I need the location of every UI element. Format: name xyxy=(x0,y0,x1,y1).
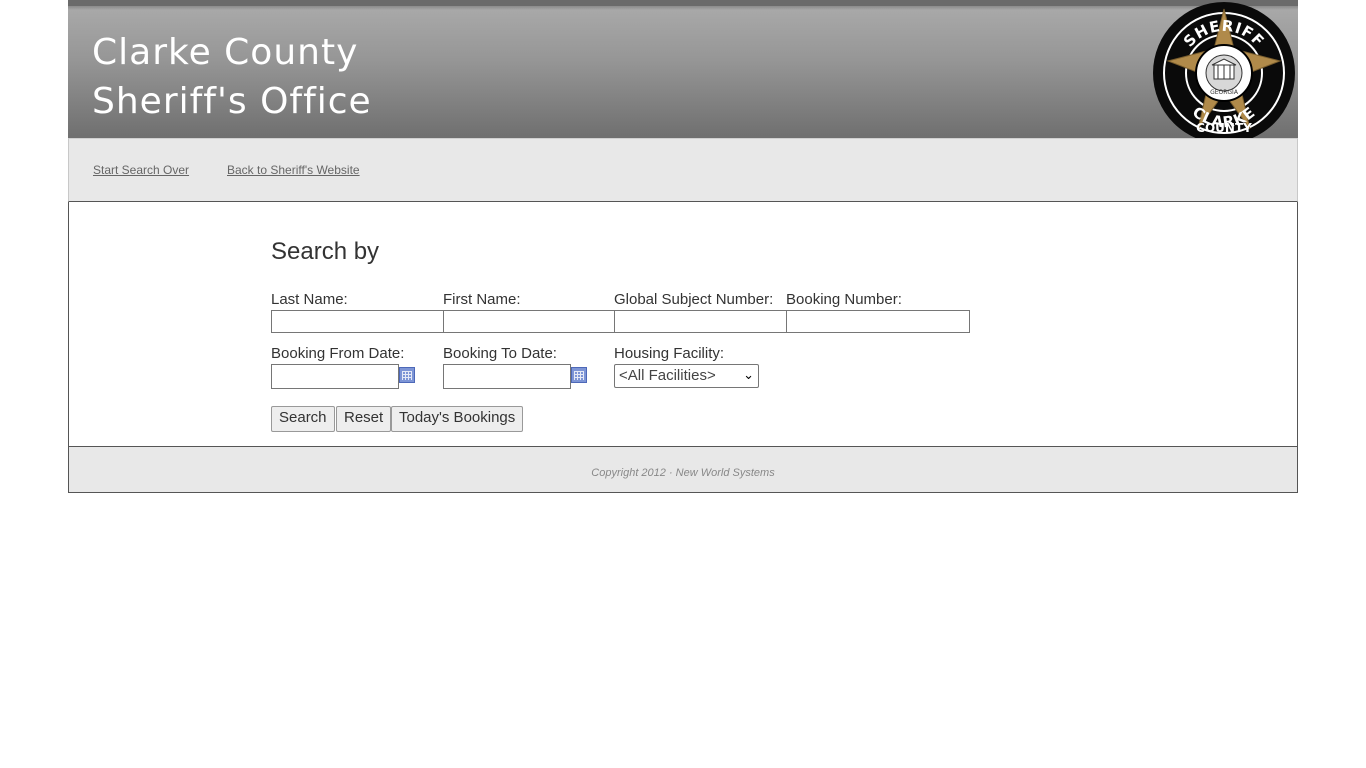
nav-bar: Start Search Over Back to Sheriff's Webs… xyxy=(68,138,1298,202)
copyright-text: Copyright 2012 · New World Systems xyxy=(591,467,775,479)
reset-button[interactable]: Reset xyxy=(336,406,392,432)
last-name-input[interactable] xyxy=(271,310,444,333)
housing-facility-select[interactable]: <All Facilities> ⌄ xyxy=(614,364,759,388)
back-to-sheriff-website-link[interactable]: Back to Sheriff's Website xyxy=(227,163,360,177)
search-button[interactable]: Search xyxy=(271,406,335,432)
todays-bookings-button[interactable]: Today's Bookings xyxy=(391,406,524,432)
search-panel: Search by Last Name: First Name: Global … xyxy=(68,202,1298,446)
site-title: Clarke County Sheriff's Office xyxy=(92,28,372,126)
global-subject-number-input[interactable] xyxy=(614,310,787,333)
global-subject-number-label: Global Subject Number: xyxy=(614,291,774,308)
calendar-icon[interactable] xyxy=(571,367,587,383)
start-search-over-link[interactable]: Start Search Over xyxy=(93,163,189,177)
booking-to-date-input[interactable] xyxy=(443,364,571,389)
booking-from-date-label: Booking From Date: xyxy=(271,345,405,362)
chevron-down-icon: ⌄ xyxy=(743,367,754,382)
housing-facility-selected-value: <All Facilities> xyxy=(619,367,716,384)
search-heading: Search by xyxy=(271,238,380,265)
site-title-line2: Sheriff's Office xyxy=(92,81,372,122)
seal-bottom-text: COUNTY xyxy=(1196,121,1252,135)
page-container: Clarke County Sheriff's Office SHERIFF C… xyxy=(68,0,1298,493)
booking-from-date-input[interactable] xyxy=(271,364,399,389)
site-header: Clarke County Sheriff's Office SHERIFF C… xyxy=(68,0,1298,144)
first-name-input[interactable] xyxy=(443,310,615,333)
booking-to-date-label: Booking To Date: xyxy=(443,345,557,362)
calendar-icon[interactable] xyxy=(399,367,415,383)
seal-center-text: GEORGIA xyxy=(1210,89,1239,96)
booking-number-label: Booking Number: xyxy=(786,291,902,308)
last-name-label: Last Name: xyxy=(271,291,348,308)
first-name-label: First Name: xyxy=(443,291,521,308)
site-footer: Copyright 2012 · New World Systems xyxy=(68,446,1298,493)
site-title-line1: Clarke County xyxy=(92,32,359,73)
booking-number-input[interactable] xyxy=(786,310,970,333)
header-top-line xyxy=(68,0,1298,6)
sheriff-seal-logo: SHERIFF CLARKE COUNTY GEORGIA xyxy=(1153,2,1295,144)
housing-facility-label: Housing Facility: xyxy=(614,345,725,362)
